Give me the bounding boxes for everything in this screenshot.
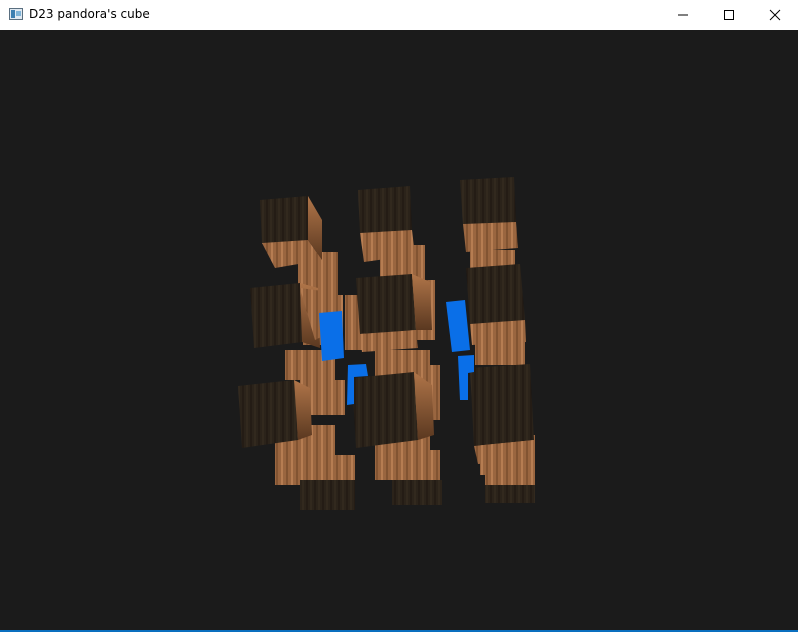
crate-bot-left bbox=[238, 380, 312, 448]
window-title: D23 pandora's cube bbox=[29, 7, 150, 21]
crate-top-left bbox=[260, 196, 322, 268]
app-window: D23 pandora's cube bbox=[0, 0, 798, 632]
render-viewport[interactable] bbox=[0, 30, 798, 630]
minimize-button[interactable] bbox=[660, 0, 706, 30]
crate-mid-right bbox=[466, 264, 526, 345]
cube-scene bbox=[238, 177, 535, 510]
crate-bot-mid bbox=[352, 372, 434, 448]
minimize-icon bbox=[678, 14, 688, 16]
app-window-icon bbox=[9, 8, 23, 20]
title-bar[interactable]: D23 pandora's cube bbox=[0, 0, 798, 30]
crate-bot-right bbox=[470, 364, 534, 464]
maximize-icon bbox=[724, 10, 734, 20]
close-icon bbox=[769, 9, 781, 21]
close-button[interactable] bbox=[752, 0, 798, 30]
maximize-button[interactable] bbox=[706, 0, 752, 30]
crate-top-right bbox=[460, 177, 518, 252]
crate-mid-mid bbox=[356, 274, 432, 352]
crate-top-mid bbox=[358, 186, 415, 262]
